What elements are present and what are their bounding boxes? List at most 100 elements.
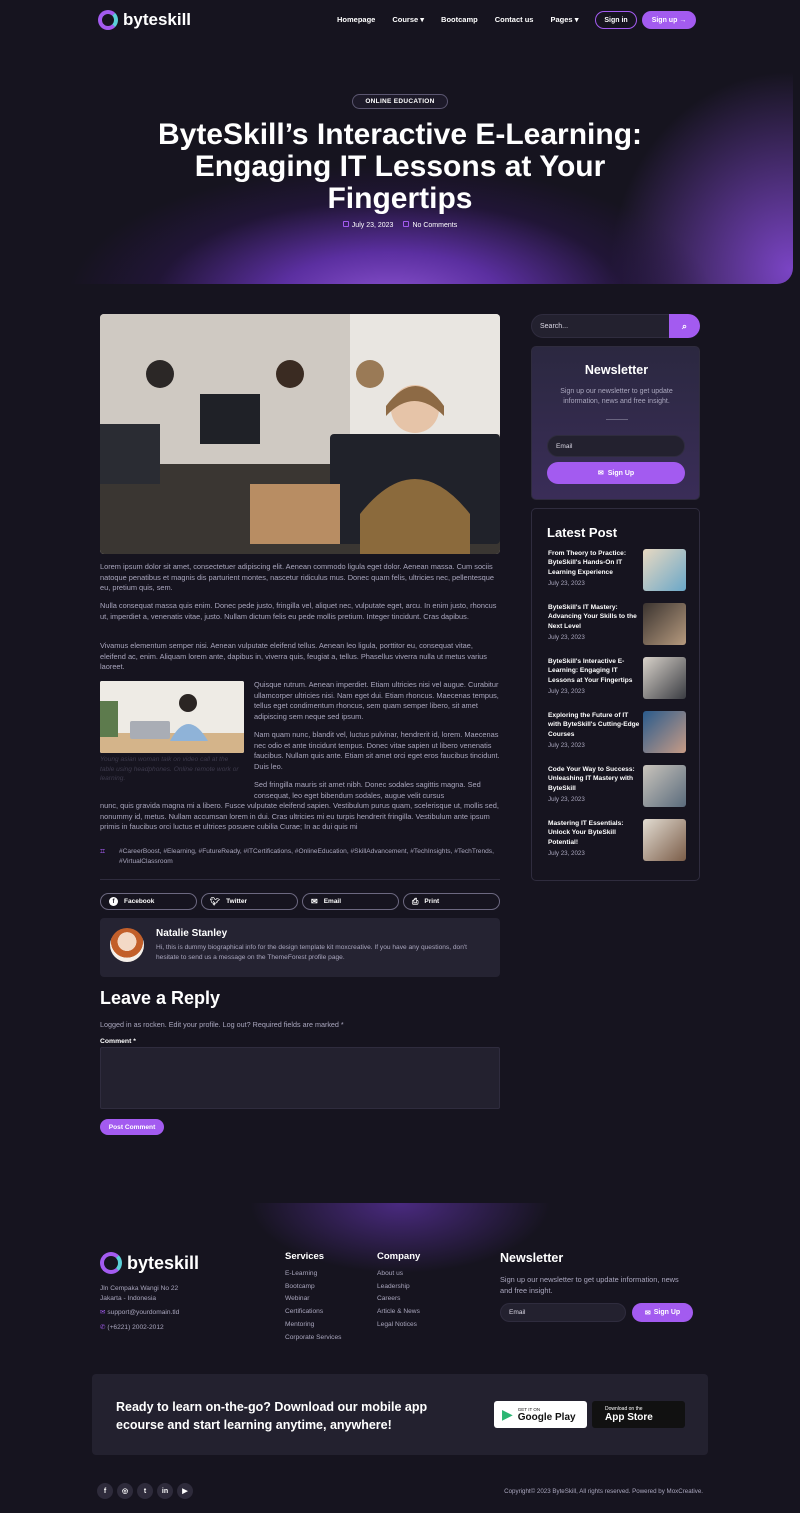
google-play-button[interactable]: ▶ GET IT ON Google Play (494, 1401, 587, 1428)
footer-link[interactable]: Leadership (377, 1281, 420, 1294)
paragraph-2: Nulla consequat massa quis enim. Donec p… (100, 601, 497, 621)
mail-icon: ✉ (100, 1309, 106, 1316)
logged-in-text: Logged in as rocken. Edit your profile. … (100, 1020, 344, 1029)
nav-contact[interactable]: Contact us (495, 15, 534, 24)
post-date[interactable]: July 23, 2023 (342, 221, 393, 229)
author-name[interactable]: Natalie Stanley (156, 928, 227, 939)
paragraph-1: Lorem ipsum dolor sit amet, consectetuer… (100, 562, 494, 592)
post-thumbnail[interactable] (643, 603, 686, 645)
post-comments[interactable]: No Comments (403, 221, 457, 229)
twitter-icon: 🐦︎ (210, 897, 221, 906)
image-caption: Young asian woman talk on video call at … (100, 756, 239, 782)
print-icon: ⎙ (412, 896, 419, 906)
footer-logo[interactable]: byteskill (100, 1252, 199, 1274)
newsletter-title: Newsletter (584, 363, 649, 377)
instagram-icon[interactable]: ◎ (117, 1483, 133, 1499)
inline-image-art (100, 681, 244, 753)
share-print-button[interactable]: ⎙ Print (403, 893, 500, 910)
footer-link[interactable]: Mentoring (285, 1319, 341, 1332)
brand-logo-icon (100, 1252, 122, 1274)
share-facebook-button[interactable]: f Facebook (100, 893, 197, 910)
paragraph-3: Vivamus elementum semper nisi. Aenean vu… (100, 641, 487, 671)
footer-link[interactable]: Corporate Services (285, 1332, 341, 1345)
tag-icon: ⌗ (100, 846, 106, 856)
post-thumbnail[interactable] (643, 549, 686, 591)
google-play-icon: ▶ (502, 1406, 513, 1422)
copyright-text: Copyright© 2023 ByteSkill, All rights re… (504, 1488, 703, 1495)
footer-phone[interactable]: ✆ (+6221) 2002-2012 (100, 1322, 164, 1335)
twitter-icon[interactable]: t (137, 1483, 153, 1499)
app-banner: Ready to learn on-the-go? Download our m… (92, 1374, 708, 1455)
search-button[interactable]: ⌕ (669, 314, 700, 338)
footer-link[interactable]: About us (377, 1268, 420, 1281)
chevron-down-icon: ▾ (420, 15, 425, 24)
chevron-down-icon: ▾ (574, 15, 579, 24)
newsletter-email-input[interactable]: Email (547, 435, 685, 457)
share-twitter-button[interactable]: 🐦︎ Twitter (201, 893, 298, 910)
footer-newsletter-title: Newsletter (500, 1251, 564, 1265)
brand-name: byteskill (123, 10, 192, 29)
featured-image-art (100, 314, 500, 554)
page-title: ByteSkill’s Interactive E-Learning: Enga… (157, 118, 643, 215)
signup-button[interactable]: Sign up → (642, 11, 696, 29)
footer-email-input[interactable]: Email (500, 1303, 626, 1322)
post-thumbnail[interactable] (643, 819, 686, 861)
paragraph-6-cont: nunc, quis gravida magna mi a libero. Fu… (100, 801, 499, 831)
featured-image (100, 314, 500, 554)
post-thumbnail[interactable] (643, 711, 686, 753)
footer-link[interactable]: E-Learning (285, 1268, 341, 1281)
youtube-icon[interactable]: ▶ (177, 1483, 193, 1499)
inline-image (100, 681, 244, 753)
newsletter-signup-button[interactable]: ✉ Sign Up (547, 462, 685, 484)
footer-link[interactable]: Certifications (285, 1306, 341, 1319)
nav-bootcamp[interactable]: Bootcamp (441, 15, 478, 24)
footer-link[interactable]: Careers (377, 1293, 420, 1306)
brand-logo[interactable]: byteskill (98, 10, 191, 30)
arrow-right-icon: → (679, 16, 687, 24)
comment-textarea[interactable] (100, 1047, 500, 1109)
nav-course[interactable]: Course ▾ (392, 15, 424, 24)
facebook-icon[interactable]: f (97, 1483, 113, 1499)
facebook-icon: f (109, 897, 118, 906)
footer-link[interactable]: Bootcamp (285, 1281, 341, 1294)
post-tags[interactable]: #CareerBoost, #Elearning, #FutureReady, … (119, 847, 499, 866)
latest-post-title: Latest Post (547, 525, 618, 540)
post-meta: July 23, 2023 No Comments (250, 221, 550, 229)
post-comment-button[interactable]: Post Comment (100, 1119, 164, 1135)
nav-pages[interactable]: Pages ▾ (550, 15, 578, 24)
post-thumbnail[interactable] (643, 765, 686, 807)
divider (100, 879, 500, 880)
linkedin-icon[interactable]: in (157, 1483, 173, 1499)
share-email-button[interactable]: ✉ Email (302, 893, 399, 910)
comment-icon (403, 221, 410, 227)
paragraph-4: Quisque rutrum. Aenean imperdiet. Etiam … (254, 680, 499, 721)
newsletter-widget: Newsletter Sign up our newsletter to get… (531, 346, 700, 500)
company-list: About us Leadership Careers Article & Ne… (377, 1268, 420, 1332)
post-thumbnail[interactable] (643, 657, 686, 699)
footer-link[interactable]: Webinar (285, 1293, 341, 1306)
social-links: f ◎ t in ▶ (97, 1483, 193, 1499)
footer-link[interactable]: Article & News (377, 1306, 420, 1319)
calendar-icon (342, 221, 349, 227)
latest-post-widget: Latest Post From Theory to Practice: Byt… (531, 508, 700, 881)
phone-icon: ✆ (100, 1324, 106, 1331)
mail-icon: ✉ (597, 470, 604, 477)
main-nav: Homepage Course ▾ Bootcamp Contact us Pa… (337, 15, 578, 24)
footer-signup-button[interactable]: ✉ Sign Up (632, 1303, 693, 1322)
footer (0, 1203, 800, 1513)
search-input[interactable]: Search... (531, 314, 671, 338)
author-bio: Hi, this is dummy biographical info for … (156, 944, 467, 961)
author-box: Natalie Stanley Hi, this is dummy biogra… (100, 918, 500, 977)
footer-email[interactable]: ✉ support@yourdomain.tld (100, 1307, 179, 1320)
services-list: E-Learning Bootcamp Webinar Certificatio… (285, 1268, 341, 1344)
paragraph-6: Sed fringilla mauris sit amet nibh. Done… (254, 780, 481, 800)
avatar (110, 928, 144, 962)
signin-button[interactable]: Sign in (595, 11, 637, 29)
mail-icon: ✉ (644, 1309, 651, 1317)
footer-link[interactable]: Legal Notices (377, 1319, 420, 1332)
company-title: Company (377, 1251, 421, 1262)
nav-homepage[interactable]: Homepage (337, 15, 375, 24)
app-store-button[interactable]: Download on the App Store (592, 1401, 685, 1428)
category-badge[interactable]: ONLINE EDUCATION (352, 94, 448, 109)
footer-newsletter-text: Sign up our newsletter to get update inf… (500, 1275, 679, 1295)
